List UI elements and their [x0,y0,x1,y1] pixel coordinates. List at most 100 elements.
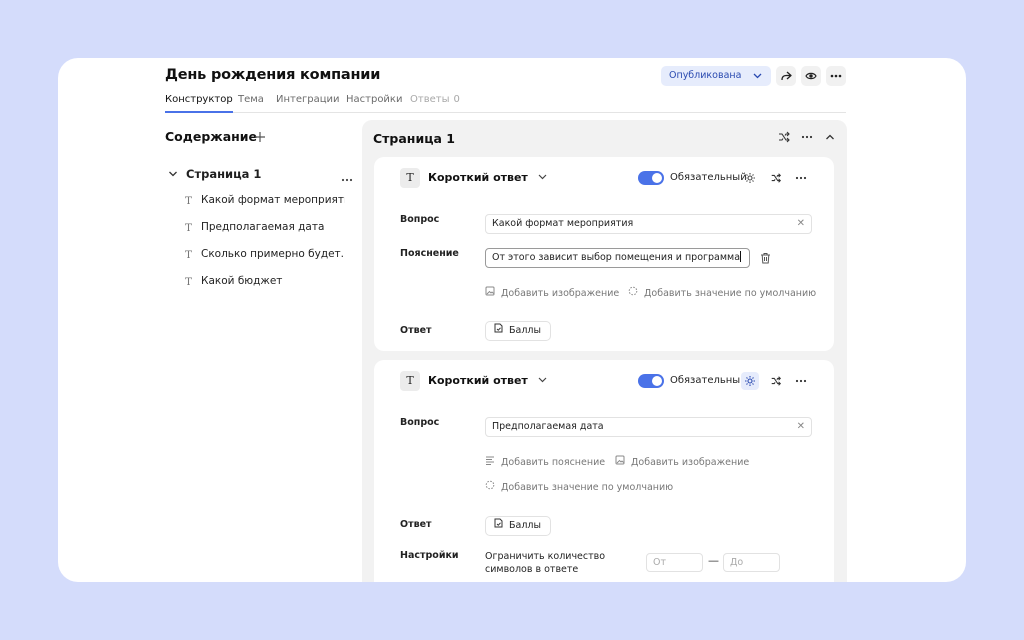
text-align-icon [485,455,495,468]
sidebar-item[interactable]: T Какой бюджет [185,275,345,291]
page-more-icon[interactable] [341,171,353,185]
add-image-link[interactable]: Добавить изображение [485,286,619,299]
tab-theme[interactable]: Тема [238,94,264,113]
shuffle-button[interactable] [767,372,785,390]
add-default-link[interactable]: Добавить значение по умолчанию [628,286,816,299]
shuffle-button[interactable] [767,169,785,187]
tab-answers-label: Ответы [410,94,450,105]
text-type-icon: T [400,168,420,188]
shuffle-icon [771,173,782,183]
clear-icon[interactable]: ✕ [797,418,805,436]
tab-constructor[interactable]: Конструктор [165,94,233,113]
sidebar-item[interactable]: T Сколько примерно будет... [185,248,345,264]
card-more-button[interactable] [792,169,810,187]
chevron-down-icon [753,66,762,94]
sidebar-page-label: Страница 1 [186,167,262,181]
text-type-icon: T [185,222,193,234]
chevron-down-icon[interactable] [168,168,178,183]
more-icon [795,379,807,383]
required-label: Обязательный [670,172,747,183]
hint-input[interactable]: От этого зависит выбор помещения и прогр… [485,248,750,268]
score-icon [494,518,503,531]
preview-button[interactable] [801,66,821,86]
shuffle-icon[interactable] [777,130,791,144]
scores-button[interactable]: Баллы [485,321,551,341]
question-card: T Короткий ответ Обязательный Вопрос Пре… [374,360,834,582]
sidebar-item-label: Сколько примерно будет... [201,248,345,260]
question-input-value: Какой формат мероприятия [492,218,634,229]
gear-icon [745,376,755,386]
trash-icon [760,253,770,264]
add-default-link[interactable]: Добавить значение по умолчанию [485,480,673,493]
min-chars-input[interactable]: От [646,553,703,572]
tab-bar: Конструктор Тема Интеграции Настройки От… [165,94,846,113]
share-button[interactable] [776,66,796,86]
required-toggle[interactable] [638,171,664,185]
question-input[interactable]: Какой формат мероприятия ✕ [485,214,812,234]
eye-icon [805,72,817,80]
dashed-circle-icon [485,480,495,493]
sidebar-title: Содержание [165,129,258,144]
sidebar-item[interactable]: T Предполагаемая дата [185,221,345,237]
sidebar-item-label: Какой формат мероприятия [201,194,345,206]
limit-chars-label: Ограничить количество символов в ответе [485,551,606,575]
more-button[interactable] [826,66,846,86]
question-type-dropdown[interactable]: Короткий ответ [428,171,547,184]
question-input-value: Предполагаемая дата [492,421,604,432]
text-type-icon: T [400,371,420,391]
question-type-label: Короткий ответ [428,171,528,184]
score-icon [494,323,503,336]
app-window: День рождения компании Опубликована Конс… [58,58,966,582]
plus-icon [255,132,265,142]
settings-button[interactable] [741,372,759,390]
text-type-icon: T [185,249,193,261]
scores-label: Баллы [509,325,541,336]
required-toggle[interactable] [638,374,664,388]
more-icon [830,74,842,78]
share-icon [781,71,792,81]
publish-status-dropdown[interactable]: Опубликована [661,66,771,86]
answer-label: Ответ [400,325,432,336]
answers-count: 0 [453,94,460,105]
required-label: Обязательный [670,375,747,386]
question-type-label: Короткий ответ [428,374,528,387]
card-more-button[interactable] [792,372,810,390]
more-icon[interactable] [800,130,814,144]
add-hint-label: Добавить пояснение [501,457,606,468]
answer-label: Ответ [400,519,432,530]
max-chars-input[interactable]: До [723,553,780,572]
tab-settings[interactable]: Настройки [346,94,402,113]
add-page-button[interactable] [253,129,267,143]
chevron-down-icon [538,171,547,184]
sidebar-item-label: Предполагаемая дата [201,221,325,233]
text-caret [740,251,742,262]
scores-button[interactable]: Баллы [485,516,551,536]
page-panel: Страница 1 T Короткий ответ Обязательный [362,120,847,582]
text-type-icon: T [185,195,193,207]
question-label: Вопрос [400,214,440,225]
add-hint-link[interactable]: Добавить пояснение [485,455,605,468]
add-image-label: Добавить изображение [631,457,750,468]
more-icon [795,176,807,180]
question-input[interactable]: Предполагаемая дата ✕ [485,417,812,437]
form-title[interactable]: День рождения компании [165,67,380,83]
sidebar-page[interactable]: Страница 1 [168,166,353,184]
add-default-label: Добавить значение по умолчанию [644,288,817,299]
panel-toolbar [777,130,837,144]
tab-integrations[interactable]: Интеграции [276,94,340,113]
image-icon [485,286,495,299]
clear-icon[interactable]: ✕ [797,215,805,233]
publish-status-label: Опубликована [669,70,742,81]
delete-hint-button[interactable] [756,249,774,267]
hint-label: Пояснение [400,248,459,259]
question-type-dropdown[interactable]: Короткий ответ [428,374,547,387]
question-label: Вопрос [400,417,440,428]
add-image-label: Добавить изображение [501,288,620,299]
sidebar-item[interactable]: T Какой формат мероприятия [185,194,345,210]
tab-answers[interactable]: Ответы 0 [410,94,460,113]
settings-button[interactable] [741,169,759,187]
settings-label: Настройки [400,550,459,561]
panel-title: Страница 1 [373,131,455,146]
chevron-up-icon[interactable] [823,130,837,144]
add-image-link[interactable]: Добавить изображение [615,455,749,468]
